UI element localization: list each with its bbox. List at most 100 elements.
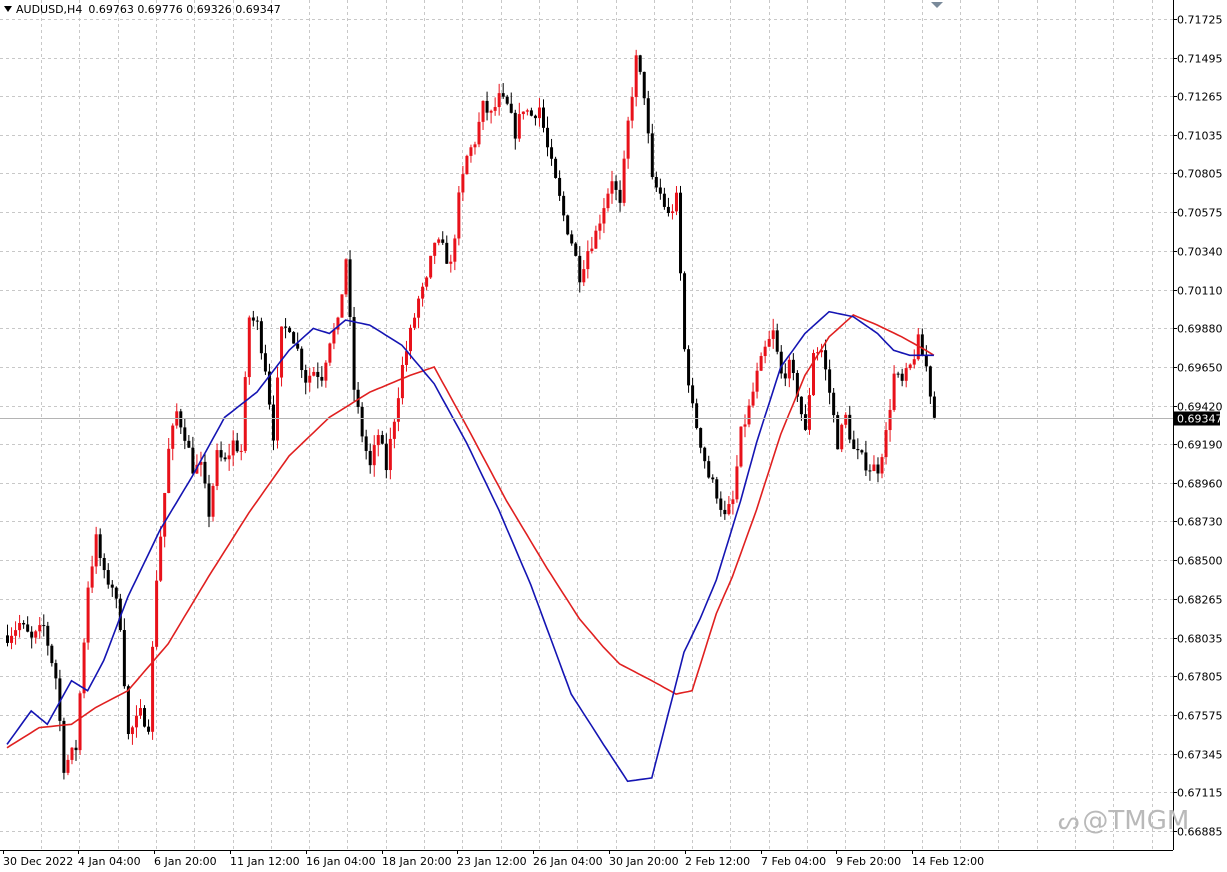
candle-bearish[interactable] <box>485 91 489 121</box>
candle-bearish[interactable] <box>304 364 308 395</box>
candle-bearish[interactable] <box>932 391 936 420</box>
candle-bullish[interactable] <box>425 276 429 291</box>
candle-bullish[interactable] <box>739 426 743 468</box>
candle-bearish[interactable] <box>529 107 533 117</box>
candle-bearish[interactable] <box>110 580 114 597</box>
candle-bearish[interactable] <box>235 432 239 453</box>
candle-bearish[interactable] <box>618 180 622 212</box>
candle-bearish[interactable] <box>223 452 227 462</box>
candle-bullish[interactable] <box>215 443 219 491</box>
candle-bullish[interactable] <box>227 443 231 471</box>
candle-bearish[interactable] <box>658 178 662 200</box>
candle-bullish[interactable] <box>437 237 441 246</box>
candle-bullish[interactable] <box>404 340 408 372</box>
candle-bullish[interactable] <box>731 490 735 515</box>
candle-bullish[interactable] <box>473 141 477 155</box>
candle-bearish[interactable] <box>541 99 545 133</box>
candle-bearish[interactable] <box>288 326 292 334</box>
candle-bullish[interactable] <box>670 204 674 220</box>
candle-bearish[interactable] <box>928 365 932 404</box>
candle-bearish[interactable] <box>832 388 836 423</box>
candle-bullish[interactable] <box>396 387 400 432</box>
candle-bearish[interactable] <box>114 586 118 609</box>
candle-bullish[interactable] <box>763 340 767 364</box>
candle-bearish[interactable] <box>550 138 554 166</box>
candle-bullish[interactable] <box>912 349 916 369</box>
candle-bearish[interactable] <box>699 427 703 454</box>
candle-bullish[interactable] <box>18 614 22 638</box>
candle-bearish[interactable] <box>316 362 320 389</box>
candle-bullish[interactable] <box>598 214 602 240</box>
candle-bullish[interactable] <box>634 49 638 107</box>
candle-bearish[interactable] <box>509 92 513 114</box>
candle-bearish[interactable] <box>26 616 30 633</box>
candle-bearish[interactable] <box>183 418 187 450</box>
candle-bearish[interactable] <box>666 197 670 217</box>
candle-bearish[interactable] <box>50 643 54 667</box>
candle-bullish[interactable] <box>324 360 328 388</box>
candle-bearish[interactable] <box>122 618 126 689</box>
candle-bearish[interactable] <box>848 405 852 444</box>
candle-bearish[interactable] <box>380 430 384 445</box>
candle-bullish[interactable] <box>626 116 630 169</box>
candle-bearish[interactable] <box>187 435 191 449</box>
candle-bearish[interactable] <box>566 214 570 236</box>
candle-bullish[interactable] <box>276 366 280 449</box>
candle-bearish[interactable] <box>654 171 658 192</box>
candle-bearish[interactable] <box>715 476 719 504</box>
candle-bullish[interactable] <box>727 496 731 516</box>
candle-bearish[interactable] <box>836 411 840 450</box>
candle-bullish[interactable] <box>489 109 493 124</box>
candle-bullish[interactable] <box>469 144 473 163</box>
candle-bullish[interactable] <box>171 423 175 461</box>
candle-bullish[interactable] <box>880 453 884 479</box>
candle-bearish[interactable] <box>143 705 147 728</box>
candle-bullish[interactable] <box>755 362 759 399</box>
candle-bullish[interactable] <box>461 165 465 202</box>
candle-bearish[interactable] <box>368 443 372 474</box>
candle-bullish[interactable] <box>413 313 417 331</box>
candle-bullish[interactable] <box>376 429 380 457</box>
candle-bearish[interactable] <box>255 316 259 331</box>
candle-bearish[interactable] <box>203 452 207 489</box>
candle-bearish[interactable] <box>191 436 195 476</box>
candle-bearish[interactable] <box>852 430 856 450</box>
candle-bullish[interactable] <box>14 621 18 645</box>
candle-bearish[interactable] <box>445 235 449 264</box>
candle-bearish[interactable] <box>574 241 578 257</box>
candle-bearish[interactable] <box>711 474 715 483</box>
candle-bearish[interactable] <box>513 109 517 150</box>
candle-bullish[interactable] <box>908 363 912 371</box>
candle-bearish[interactable] <box>74 739 78 761</box>
candle-bullish[interactable] <box>892 365 896 412</box>
candle-bullish[interactable] <box>417 295 421 329</box>
candle-bearish[interactable] <box>562 191 566 222</box>
candle-bullish[interactable] <box>247 315 251 385</box>
candle-bearish[interactable] <box>263 344 267 375</box>
candle-bullish[interactable] <box>239 444 243 461</box>
candle-bearish[interactable] <box>30 626 34 649</box>
candle-bearish[interactable] <box>501 83 505 99</box>
candle-bullish[interactable] <box>231 430 235 467</box>
candle-bullish[interactable] <box>167 437 171 494</box>
chart-area[interactable]: 0.71725 0.71495 0.71265 0.71035 0.70805 0.705… <box>0 0 1227 872</box>
candle-bullish[interactable] <box>175 403 179 429</box>
candle-bullish[interactable] <box>392 418 396 449</box>
candle-bullish[interactable] <box>429 255 433 280</box>
candle-bullish[interactable] <box>400 356 404 405</box>
candle-bullish[interactable] <box>344 258 348 298</box>
candle-bearish[interactable] <box>441 231 445 245</box>
candle-bullish[interactable] <box>517 102 521 142</box>
candle-bearish[interactable] <box>22 620 26 629</box>
candle-bearish[interactable] <box>102 553 106 579</box>
candle-bullish[interactable] <box>66 754 70 776</box>
candle-bullish[interactable] <box>199 451 203 477</box>
candle-bearish[interactable] <box>662 187 666 210</box>
candle-bullish[interactable] <box>630 87 634 129</box>
candle-bearish[interactable] <box>546 116 550 157</box>
candle-bullish[interactable] <box>211 483 215 522</box>
candle-bullish[interactable] <box>34 629 38 644</box>
candle-bullish[interactable] <box>743 414 747 438</box>
candle-bullish[interactable] <box>493 97 497 116</box>
candle-bearish[interactable] <box>691 377 695 408</box>
